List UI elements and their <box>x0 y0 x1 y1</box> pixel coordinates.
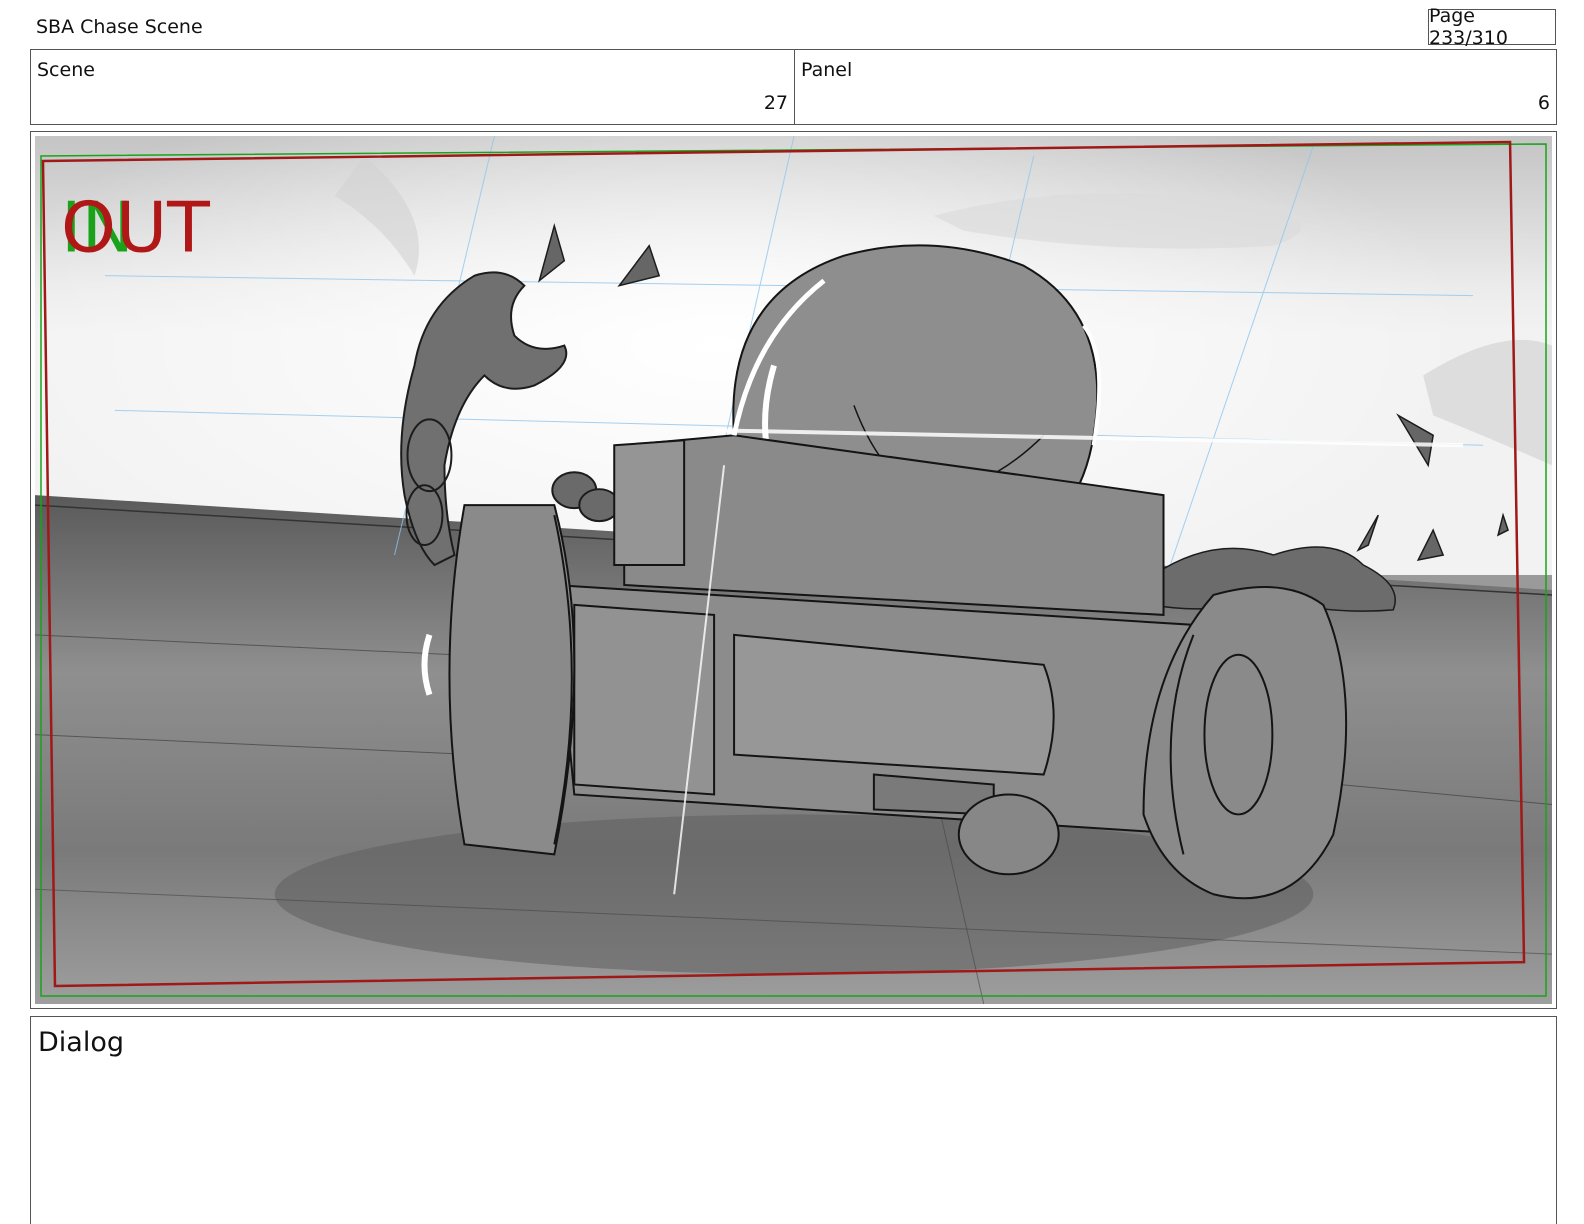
panel-cell: Panel 6 <box>795 50 1556 124</box>
page-indicator: Page 233/310 <box>1428 5 1556 49</box>
scene-label: Scene <box>37 59 95 81</box>
dialog-label: Dialog <box>38 1027 124 1058</box>
panel-label: Panel <box>801 59 853 81</box>
sketch-illustration: IN OUT <box>35 136 1552 1004</box>
scene-panel-info: Scene 27 Panel 6 <box>30 49 1557 125</box>
scene-number: 27 <box>763 92 788 114</box>
document-title: SBA Chase Scene <box>36 16 203 38</box>
storyboard-panel-frame: IN OUT <box>30 131 1557 1009</box>
storyboard-drawing: IN OUT <box>35 136 1552 1004</box>
out-marker: OUT <box>61 188 210 269</box>
scene-cell: Scene 27 <box>31 50 795 124</box>
dialog-box: Dialog <box>30 1016 1557 1224</box>
panel-number: 6 <box>1537 92 1550 114</box>
